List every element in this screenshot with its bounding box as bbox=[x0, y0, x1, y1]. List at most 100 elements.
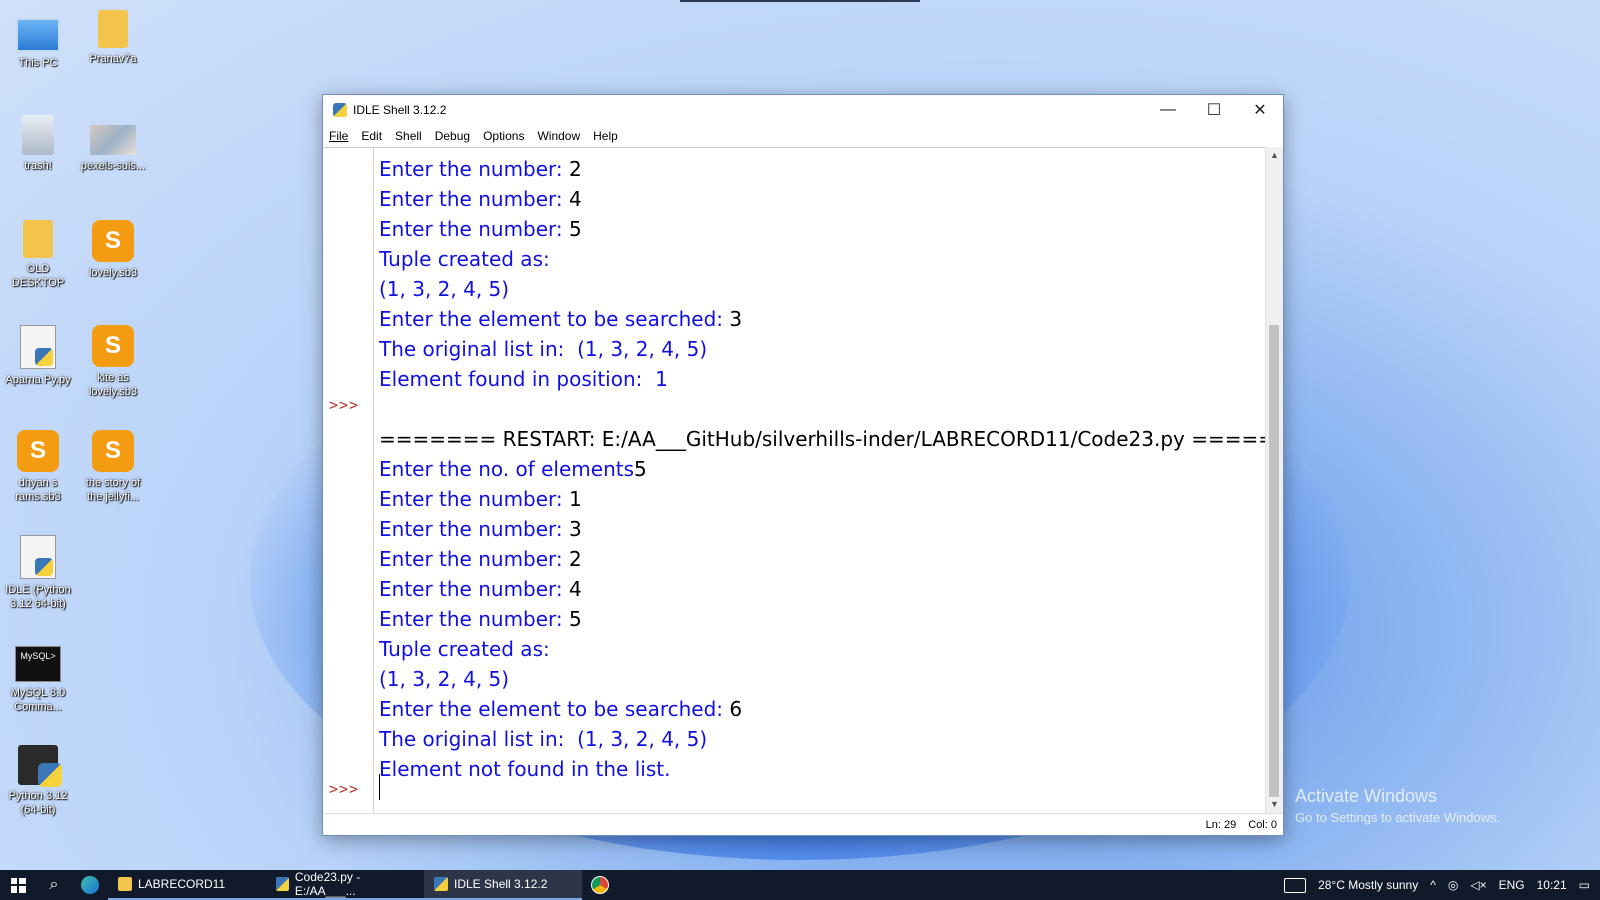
maximize-button[interactable]: ☐ bbox=[1191, 95, 1237, 125]
desktop-icon-label: OLD DESKTOP bbox=[11, 263, 65, 289]
scroll-up-icon[interactable]: ▲ bbox=[1266, 147, 1283, 164]
minimize-button[interactable]: — bbox=[1145, 95, 1191, 125]
desktop-icon-label: This PC bbox=[18, 57, 58, 69]
chrome-icon[interactable] bbox=[582, 876, 618, 894]
desktop-icon-this-pc[interactable]: This PC bbox=[3, 10, 73, 70]
python-idle-icon bbox=[333, 103, 347, 117]
shell-output-line: (1, 3, 2, 4, 5) bbox=[379, 277, 510, 301]
desktop-icon-label: Pranav7a bbox=[89, 53, 137, 65]
desktop-icon-old-desktop[interactable]: OLD DESKTOP bbox=[3, 220, 73, 290]
desktop-icon-mysql[interactable]: MySQL> MySQL 8.0 Comma... bbox=[3, 640, 73, 714]
chevron-up-icon[interactable]: ^ bbox=[1430, 878, 1436, 892]
shell-output-line: The original list in: (1, 3, 2, 4, 5) bbox=[379, 337, 708, 361]
shell-output-line: Enter the number: 5 bbox=[379, 607, 582, 631]
desktop-icon-pexels[interactable]: pexels-suis... bbox=[78, 115, 148, 173]
desktop-icon-kite-as-lovely[interactable]: S kite as lovely.sb3 bbox=[78, 325, 148, 399]
shell-output-line: Enter the number: 4 bbox=[379, 577, 582, 601]
column-number: Col: 0 bbox=[1248, 818, 1277, 831]
desktop-icon-label: IDLE (Python 3.12 64-bit) bbox=[5, 584, 71, 610]
desktop-icon-lovely-sb3[interactable]: S lovely.sb3 bbox=[78, 220, 148, 280]
taskbar-item-labrecord11[interactable]: LABRECORD11 bbox=[108, 870, 266, 900]
vertical-scrollbar[interactable]: ▲ ▼ bbox=[1265, 147, 1283, 813]
taskbar-item-code23[interactable]: Code23.py - E:/AA___... bbox=[266, 870, 424, 900]
desktop-icon-dhyan-rams[interactable]: S dhyan s rams.sb3 bbox=[3, 430, 73, 504]
edge-browser-icon[interactable] bbox=[72, 876, 108, 894]
desktop-icon-label: pexels-suis... bbox=[80, 160, 146, 172]
taskbar-item-idle-shell[interactable]: IDLE Shell 3.12.2 bbox=[424, 870, 582, 900]
shell-output-line: Enter the element to be searched: 3 bbox=[379, 307, 743, 331]
desktop-icon-label: trash! bbox=[24, 160, 52, 172]
desktop-icon-story-jellyfish[interactable]: S the story of the jellyfi... bbox=[78, 430, 148, 504]
desktop-icon-idle[interactable]: IDLE (Python 3.12 64-bit) bbox=[3, 535, 73, 611]
python-file-icon bbox=[276, 877, 289, 891]
desktop-icon-aparna-py[interactable]: Aparna Py.py bbox=[3, 325, 73, 387]
desktop-icon-label: kite as lovely.sb3 bbox=[88, 372, 138, 398]
top-edge-line bbox=[680, 0, 920, 2]
shell-output-line: Enter the number: 3 bbox=[379, 517, 582, 541]
shell-editor[interactable]: >>> >>> Enter the number: 2 Enter the nu… bbox=[323, 147, 1265, 814]
shell-output-line: Element not found in the list. bbox=[379, 757, 671, 781]
shell-output-line: Enter the number: 1 bbox=[379, 487, 582, 511]
taskbar-item-label: LABRECORD11 bbox=[138, 877, 226, 891]
desktop-icon-label: MySQL 8.0 Comma... bbox=[10, 687, 66, 713]
menu-help[interactable]: Help bbox=[593, 129, 618, 143]
activate-windows-watermark: Activate Windows Go to Settings to activ… bbox=[1295, 786, 1500, 825]
desktop-icon-label: Aparna Py.py bbox=[5, 374, 71, 386]
menu-file[interactable]: File bbox=[329, 129, 348, 143]
recycle-bin-icon bbox=[22, 115, 54, 155]
title-bar[interactable]: IDLE Shell 3.12.2 — ☐ ✕ bbox=[323, 95, 1283, 125]
weather-icon[interactable] bbox=[1284, 877, 1307, 893]
desktop-icon-pranav7a[interactable]: Pranav7a bbox=[78, 10, 148, 66]
watermark-title: Activate Windows bbox=[1295, 786, 1438, 806]
shell-output-line: Enter the number: 2 bbox=[379, 547, 582, 571]
notification-icon[interactable]: ▭ bbox=[1579, 878, 1590, 892]
shell-output-line: Enter the element to be searched: 6 bbox=[379, 697, 743, 721]
windows-logo-icon bbox=[10, 877, 26, 893]
shell-output-line: (1, 3, 2, 4, 5) bbox=[379, 667, 510, 691]
taskbar-item-label: Code23.py - E:/AA___... bbox=[294, 870, 361, 898]
text-caret bbox=[379, 774, 380, 800]
menu-bar: File Edit Shell Debug Options Window Hel… bbox=[323, 125, 1283, 147]
start-button[interactable] bbox=[0, 870, 36, 900]
scroll-down-icon[interactable]: ▼ bbox=[1266, 796, 1283, 813]
idle-icon bbox=[434, 877, 448, 891]
shell-output-line: Enter the number: 5 bbox=[379, 217, 582, 241]
desktop-icon-label: dhyan s rams.sb3 bbox=[15, 477, 61, 503]
shell-output-line: Element found in position: 1 bbox=[379, 367, 668, 391]
volume-muted-icon[interactable]: ◁× bbox=[1470, 878, 1486, 892]
shell-output-line: Enter the number: 4 bbox=[379, 187, 582, 211]
watermark-subtitle: Go to Settings to activate Windows. bbox=[1295, 810, 1501, 825]
idle-shell-window[interactable]: IDLE Shell 3.12.2 — ☐ ✕ File Edit Shell … bbox=[322, 94, 1284, 836]
language-indicator[interactable]: ENG bbox=[1499, 878, 1525, 892]
taskbar-item-label: IDLE Shell 3.12.2 bbox=[454, 877, 548, 891]
weather-text[interactable]: 28°C Mostly sunny bbox=[1318, 878, 1418, 892]
python-file-icon bbox=[20, 325, 56, 369]
scratch-file-icon: S bbox=[92, 220, 134, 262]
clock[interactable]: 10:21 bbox=[1537, 878, 1567, 892]
window-title: IDLE Shell 3.12.2 bbox=[353, 103, 447, 117]
desktop-icon-python[interactable]: Python 3.12 (64-bit) bbox=[3, 745, 73, 817]
desktop-icon-label: Python 3.12 (64-bit) bbox=[8, 790, 68, 816]
close-button[interactable]: ✕ bbox=[1237, 95, 1283, 125]
taskbar: ⌕ LABRECORD11 Code23.py - E:/AA___... ID… bbox=[0, 870, 1600, 900]
menu-window[interactable]: Window bbox=[537, 129, 580, 143]
shell-text-area[interactable]: Enter the number: 2 Enter the number: 4 … bbox=[379, 148, 1265, 814]
mysql-shortcut-icon: MySQL> bbox=[15, 646, 61, 682]
desktop-icon-label: the story of the jellyfi... bbox=[85, 477, 141, 503]
menu-debug[interactable]: Debug bbox=[435, 129, 470, 143]
system-tray: 28°C Mostly sunny ^ ◎ ◁× ENG 10:21 ▭ bbox=[1284, 877, 1600, 893]
network-icon[interactable]: ◎ bbox=[1448, 878, 1458, 892]
shell-prompt: >>> bbox=[329, 396, 360, 414]
menu-edit[interactable]: Edit bbox=[361, 129, 382, 143]
scratch-file-icon: S bbox=[92, 430, 134, 472]
idle-shortcut-icon bbox=[20, 535, 56, 579]
menu-shell[interactable]: Shell bbox=[395, 129, 422, 143]
line-number: Ln: 29 bbox=[1205, 818, 1237, 831]
scrollbar-thumb[interactable] bbox=[1269, 325, 1279, 797]
search-icon[interactable]: ⌕ bbox=[36, 876, 72, 894]
status-bar: Ln: 29 Col: 0 bbox=[323, 813, 1283, 835]
prompt-gutter: >>> >>> bbox=[323, 148, 374, 814]
menu-options[interactable]: Options bbox=[483, 129, 524, 143]
desktop-icon-trash[interactable]: trash! bbox=[3, 115, 73, 173]
folder-icon bbox=[98, 10, 128, 48]
